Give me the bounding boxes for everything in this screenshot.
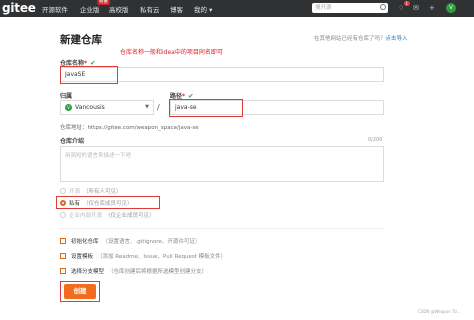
owner-value: Vancousis [75,104,105,111]
import-hint-text: 在其他网站已经有仓库了吗？ [314,36,386,42]
chevron-down-icon: ▼ [145,104,149,110]
page-title: 新建仓库 [60,34,102,46]
radio-label: 企业内部开源 [69,213,103,219]
highlight-box [169,99,243,117]
option-label: 选择分支模型 [71,269,105,275]
nav-mine[interactable]: 我的 ▾ [194,4,212,14]
notification-icon[interactable]: ♢ [398,4,404,12]
owner-label: 归属 [60,93,73,100]
owner-avatar: V [65,104,72,111]
highlight-box [56,196,160,209]
import-link[interactable]: 点击导入 [386,36,408,42]
messages-icon[interactable]: ✉ [413,4,419,12]
nav-private-cloud[interactable]: 私有云 [140,4,160,14]
intro-textarea[interactable]: 用简短的语言来描述一下吧 [60,146,384,182]
radio-sublabel: （仅企业成员可见） [105,213,155,219]
notification-count: 1 [404,1,410,6]
option-init-repo[interactable]: 初始化仓库 （设置语言、.gitignore、开源许可证） [60,237,200,245]
nav-open-source[interactable]: 开源软件 [42,4,68,14]
nav-enterprise[interactable]: 企业版 [80,4,100,14]
repo-address: 仓库地址：https://gitee.com/weapon_space/java… [60,123,199,131]
top-nav-bar: gitee 开源软件 企业版 特惠 高校版 私有云 博客 我的 ▾ 搜开源 ♢ … [0,0,474,17]
radio-enterprise[interactable] [60,212,66,218]
option-sublabel: （仓库创建后将根据所选模型创建分支） [108,269,208,275]
divider [60,228,384,229]
option-sublabel: （设置语言、.gitignore、开源许可证） [102,239,201,245]
radio-open-source[interactable] [60,188,66,194]
option-label: 设置模板 [71,254,94,260]
annotation-note: 仓库名称一般和idea中的项目同名即可 [120,49,223,56]
visibility-open-source[interactable]: 开源 （所有人可见） [60,187,122,195]
option-sublabel: （添加 Readme、Issue、Pull Request 模板文件） [97,254,227,260]
checkbox-init-repo[interactable] [60,238,66,244]
watermark: CSDN @Weapon Tsi... [418,309,461,314]
nav-blog[interactable]: 博客 [170,4,183,14]
create-button[interactable]: 创建 [64,284,96,299]
repo-address-label: 仓库地址： [60,125,88,131]
gitee-logo[interactable]: gitee [2,1,36,15]
option-template[interactable]: 设置模板 （添加 Readme、Issue、Pull Request 模板文件） [60,252,226,260]
search-icon[interactable] [380,3,386,10]
nav-university[interactable]: 高校版 [109,4,129,14]
add-icon[interactable]: + [429,4,435,12]
search-input[interactable]: 搜开源 [312,3,388,13]
intro-counter: 0/200 [368,137,383,143]
intro-label: 仓库介绍 [60,138,85,145]
owner-select[interactable]: V Vancousis ▼ [60,100,154,115]
checkbox-branch-model[interactable] [60,268,66,274]
radio-label: 开源 [69,189,81,195]
highlight-box [60,66,118,84]
path-separator: / [157,103,160,112]
visibility-enterprise[interactable]: 企业内部开源 （仅企业成员可见） [60,211,155,219]
import-hint: 在其他网站已经有仓库了吗？点击导入 [314,34,408,42]
radio-sublabel: （所有人可见） [83,189,122,195]
repo-address-value: https://gitee.com/weapon_space/java-se [87,125,199,131]
option-branch-model[interactable]: 选择分支模型 （仓库创建后将根据所选模型创建分支） [60,267,207,275]
user-avatar[interactable]: V [446,3,456,13]
checkbox-template[interactable] [60,253,66,259]
option-label: 初始化仓库 [71,239,99,245]
